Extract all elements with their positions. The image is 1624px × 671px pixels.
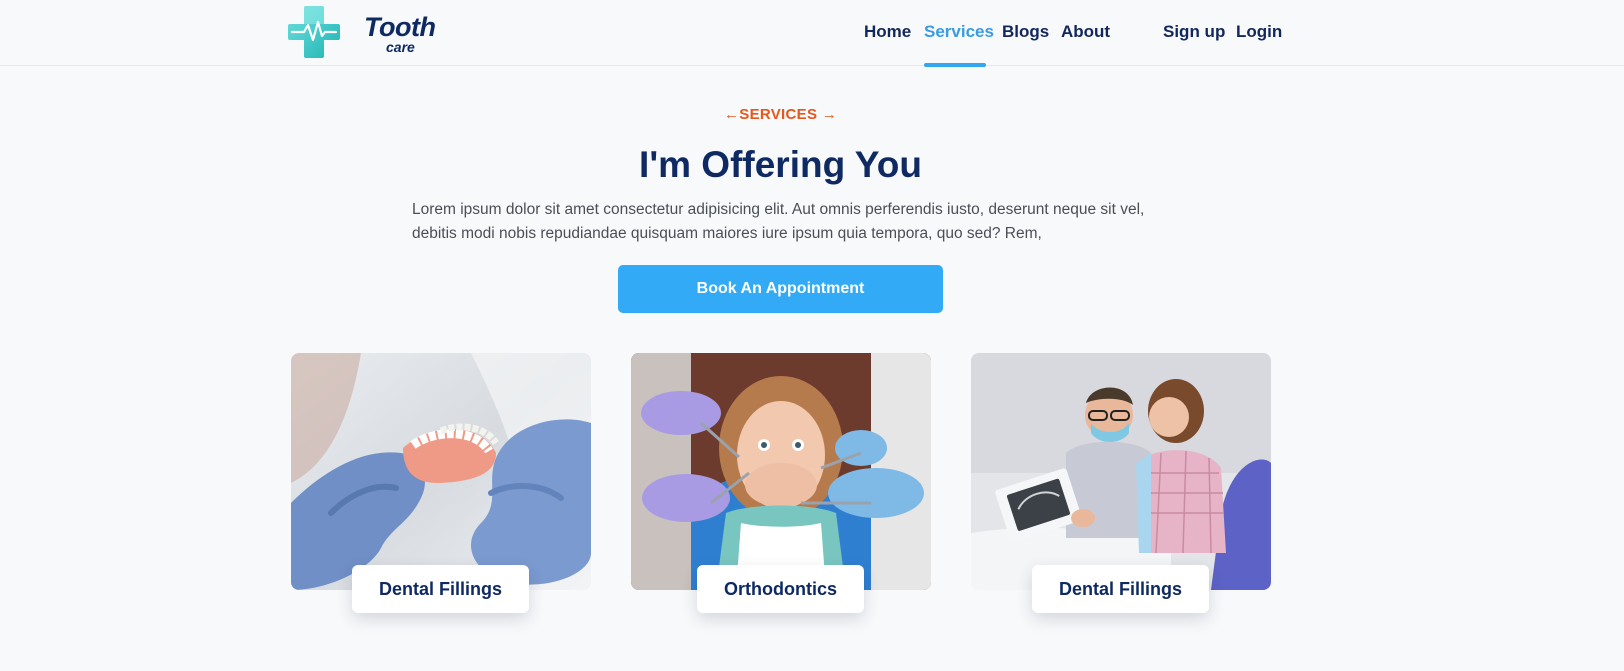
section-description: Lorem ipsum dolor sit amet consectetur a…: [412, 201, 1145, 242]
section-eyebrow: ←SERVICES →: [723, 106, 838, 123]
denture-model-image: [291, 353, 591, 590]
page-title: I'm Offering You: [639, 144, 922, 185]
service-card-title[interactable]: Dental Fillings: [352, 565, 529, 613]
service-card-image[interactable]: [971, 353, 1271, 590]
brand-name-line2: care: [386, 39, 415, 55]
active-nav-indicator: [924, 63, 986, 67]
dentist-xray-consultation-image: [971, 353, 1271, 590]
login-link[interactable]: Login: [1236, 20, 1282, 44]
service-card-image[interactable]: [291, 353, 591, 590]
brand-name-line1: Tooth: [364, 12, 436, 42]
service-card-title[interactable]: Dental Fillings: [1032, 565, 1209, 613]
nav-item-services[interactable]: Services: [924, 20, 994, 44]
nav-item-about[interactable]: About: [1061, 20, 1110, 44]
service-card-image[interactable]: [631, 353, 931, 590]
nav-item-home[interactable]: Home: [864, 20, 911, 44]
orthodontics-patient-image: [631, 353, 931, 590]
book-appointment-button[interactable]: Book An Appointment: [618, 265, 943, 313]
brand-logo[interactable]: Tooth care: [288, 6, 444, 58]
medical-cross-logo-icon: [288, 6, 340, 58]
signup-link[interactable]: Sign up: [1163, 20, 1225, 44]
nav-item-blogs[interactable]: Blogs: [1002, 20, 1049, 44]
service-card-title[interactable]: Orthodontics: [697, 565, 864, 613]
site-header: Tooth care Home Services Blogs About Sig…: [0, 0, 1624, 67]
brand-wordmark: Tooth care: [364, 12, 444, 54]
